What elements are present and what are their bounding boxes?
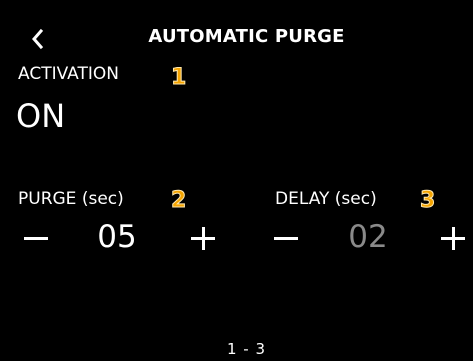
delay-increment-button[interactable]	[435, 220, 471, 256]
delay-value: 02	[348, 219, 388, 255]
minus-icon	[24, 237, 48, 240]
purge-value: 05	[97, 219, 137, 255]
callout-badge-1: 1	[170, 65, 187, 90]
purge-increment-button[interactable]	[185, 220, 221, 256]
page-title: AUTOMATIC PURGE	[148, 26, 345, 47]
callout-badge-2: 2	[170, 188, 187, 213]
purge-label: PURGE (sec)	[18, 189, 124, 209]
delay-label: DELAY (sec)	[275, 189, 377, 209]
minus-icon	[274, 237, 298, 240]
delay-decrement-button[interactable]	[268, 220, 304, 256]
automatic-purge-screen: AUTOMATIC PURGE ACTIVATION 1 ON PURGE (s…	[0, 0, 473, 361]
activation-label: ACTIVATION	[18, 64, 119, 84]
page-indicator: 1 - 3	[226, 340, 267, 358]
purge-decrement-button[interactable]	[18, 220, 54, 256]
callout-badge-3: 3	[419, 188, 436, 213]
activation-toggle[interactable]: ON	[16, 97, 65, 135]
